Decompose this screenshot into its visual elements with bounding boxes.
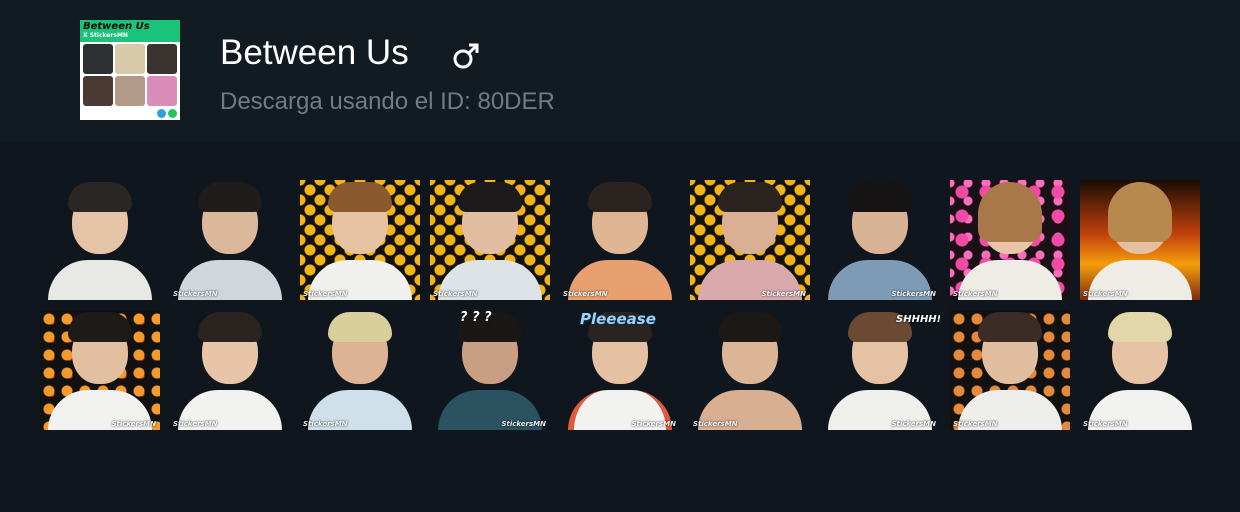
sticker-laughing-hands-boy[interactable]: StickersMN [690, 180, 810, 300]
sticker-watermark: StickersMN [693, 420, 738, 428]
sticker-watermark: StickersMN [303, 420, 348, 428]
sticker-watermark: StickersMN [501, 420, 546, 428]
sticker-pleeease-text: Pleeease [580, 310, 656, 328]
sticker-watermark: StickersMN [111, 420, 156, 428]
sticker-pleeease-boy[interactable]: Pleeease StickersMN [560, 310, 680, 430]
sticker-watermark: StickersMN [173, 420, 218, 428]
sticker-cake-laugh-boy[interactable]: StickersMN [950, 310, 1070, 430]
sticker-shhh-boy[interactable]: SHHHH! StickersMN [820, 310, 940, 430]
sticker-question-marks: ? ? ? [460, 310, 492, 325]
sticker-watermark: StickersMN [891, 290, 936, 298]
sticker-fire-girl[interactable]: StickersMN [1080, 180, 1200, 300]
sticker-watermark: StickersMN [303, 290, 348, 298]
pack-thumbnail[interactable]: Between Us X StickersMN [80, 20, 180, 120]
male-symbol-icon [453, 43, 479, 69]
sticker-watermark: StickersMN [631, 420, 676, 428]
thumbnail-subtitle: X StickersMN [83, 32, 128, 39]
sticker-watermark: StickersMN [953, 420, 998, 428]
pack-id-label: Descarga usando el ID: 80DER [220, 88, 555, 115]
pack-header: Between Us X StickersMN Between Us Desca… [0, 0, 1240, 141]
sticker-glasses-loading-boy[interactable]: StickersMN [820, 180, 940, 300]
sticker-watermark: StickersMN [433, 290, 478, 298]
sticker-shhh-text: SHHHH! [896, 314, 940, 325]
telegram-icon [157, 109, 166, 118]
thumbnail-face-5 [115, 76, 145, 106]
sticker-pouting-boy[interactable] [40, 180, 160, 300]
sticker-grinning-boy[interactable]: StickersMN [170, 310, 290, 430]
sticker-question-cup-boy[interactable]: ? ? ? StickersMN [430, 310, 550, 430]
sticker-watermark: StickersMN [761, 290, 806, 298]
sticker-blonde-smile-boy[interactable]: StickersMN [1080, 310, 1200, 430]
sticker-watermark: StickersMN [563, 290, 608, 298]
sticker-thinking-emoji-boy[interactable]: StickersMN [430, 180, 550, 300]
whatsapp-icon [168, 109, 177, 118]
sticker-watermark: StickersMN [173, 290, 218, 298]
sticker-watermark: StickersMN [891, 420, 936, 428]
sticker-annoyed-faces-boy[interactable]: StickersMN [40, 310, 160, 430]
sticker-peach-shirt-boy[interactable]: StickersMN [560, 180, 680, 300]
thumbnail-face-3 [147, 44, 177, 74]
sticker-watermark: StickersMN [1083, 420, 1128, 428]
thumbnail-face-2 [115, 44, 145, 74]
sticker-goggles-boy[interactable]: StickersMN [690, 310, 810, 430]
thumbnail-face-1 [83, 44, 113, 74]
sticker-laughing-emoji-boy[interactable]: StickersMN [300, 180, 420, 300]
sticker-watermark: StickersMN [1083, 290, 1128, 298]
thumbnail-title: Between Us [83, 21, 150, 32]
sticker-watermark: StickersMN [953, 290, 998, 298]
pack-title: Between Us [220, 33, 409, 72]
sticker-hearts-girl[interactable]: StickersMN [950, 180, 1070, 300]
sticker-smiling-boy-open-shirt[interactable]: StickersMN [170, 180, 290, 300]
thumbnail-face-4 [83, 76, 113, 106]
sticker-blonde-crying-boy[interactable]: StickersMN [300, 310, 420, 430]
thumbnail-face-6 [147, 76, 177, 106]
